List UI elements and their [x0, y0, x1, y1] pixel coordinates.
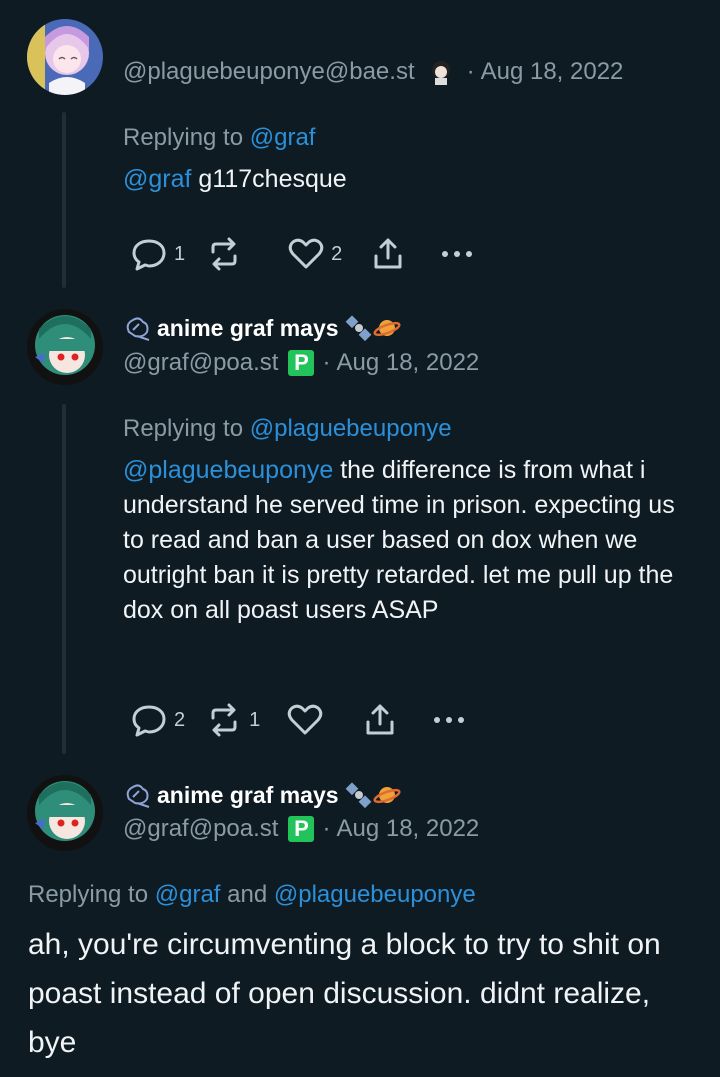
replying-and: and: [227, 881, 268, 908]
post-date[interactable]: Aug 18, 2022: [336, 815, 479, 843]
post-content: ah, you're circumventing a block to try …: [28, 920, 698, 1067]
post-text: ah, you're circumventing a block to try …: [28, 928, 661, 1059]
reply-button[interactable]: 1: [130, 236, 185, 272]
post-actions: 1 2: [130, 234, 474, 274]
mention-link[interactable]: @graf: [155, 881, 221, 908]
replying-to: Replying to @plaguebeuponye: [123, 415, 452, 443]
more-button[interactable]: [432, 714, 466, 726]
mention-link[interactable]: @plaguebeuponye: [274, 881, 476, 908]
share-button[interactable]: [370, 236, 406, 272]
post-1: @plaguebeuponye@bae.st · Aug 18, 2022 Re…: [0, 0, 720, 300]
like-button[interactable]: 2: [287, 236, 342, 272]
post-handle-line: @graf@poa.st P · Aug 18, 2022: [123, 349, 479, 377]
avatar[interactable]: [27, 19, 103, 95]
post-actions: 2 1: [130, 700, 466, 740]
mention-link[interactable]: @graf: [250, 124, 316, 151]
post-content: @plaguebeuponye the difference is from w…: [123, 453, 698, 628]
boost-icon: [211, 237, 237, 271]
reply-count: 2: [174, 708, 186, 731]
more-icon: [434, 717, 465, 723]
avatar[interactable]: [27, 309, 103, 385]
author-display-name[interactable]: anime graf mays: [157, 315, 339, 342]
ringed-planet-icon: [372, 781, 401, 809]
instance-badge: P: [288, 816, 315, 842]
replying-to: Replying to @graf and @plaguebeuponye: [28, 881, 476, 909]
reply-icon: [132, 705, 166, 737]
more-button[interactable]: [440, 248, 474, 260]
reply-icon: [132, 239, 166, 271]
post-date[interactable]: Aug 18, 2022: [336, 349, 479, 377]
separator: ·: [322, 815, 331, 842]
post-handle-line: @plaguebeuponye@bae.st · Aug 18, 2022: [123, 58, 623, 86]
boost-icon: [211, 703, 237, 737]
replying-to: Replying to @graf: [123, 124, 315, 152]
custom-emoji-icon: [427, 58, 455, 86]
share-icon: [366, 704, 394, 735]
satellite-icon: [345, 314, 373, 342]
like-count: 2: [331, 242, 343, 265]
author-handle[interactable]: @plaguebeuponye@bae.st: [123, 58, 415, 86]
reply-button[interactable]: 2: [130, 702, 185, 738]
post-2: anime graf mays @graf@poa.st P · Aug 18,…: [0, 300, 720, 760]
share-icon: [374, 238, 402, 269]
avatar[interactable]: [27, 775, 103, 851]
separator: ·: [466, 58, 475, 85]
display-name-line: anime graf mays: [123, 314, 401, 342]
display-name-line: anime graf mays: [123, 781, 401, 809]
thread-line: [62, 112, 66, 288]
author-handle[interactable]: @graf@poa.st: [123, 815, 278, 843]
replying-to-label: Replying to: [28, 881, 149, 908]
bot-badge-icon: [123, 781, 153, 809]
mention-link[interactable]: @plaguebeuponye: [123, 456, 333, 484]
boost-button[interactable]: [205, 236, 249, 272]
post-handle-line: @graf@poa.st P · Aug 18, 2022: [123, 815, 479, 843]
replying-to-label: Replying to: [123, 415, 244, 442]
boost-button[interactable]: 1: [205, 702, 260, 738]
boost-count: 1: [249, 708, 261, 731]
post-content: @graf g117chesque: [123, 162, 698, 197]
mention-link[interactable]: @plaguebeuponye: [250, 415, 452, 442]
author-display-name[interactable]: anime graf mays: [157, 782, 339, 809]
post-date[interactable]: Aug 18, 2022: [481, 58, 624, 86]
like-icon: [288, 238, 324, 269]
author-handle[interactable]: @graf@poa.st: [123, 349, 278, 377]
like-button[interactable]: [286, 702, 330, 738]
ringed-planet-icon: [372, 314, 401, 342]
bot-badge-icon: [123, 314, 153, 342]
more-icon: [442, 251, 473, 257]
instance-badge: P: [288, 350, 315, 376]
thread-line: [62, 404, 66, 754]
like-icon: [288, 704, 323, 735]
mention-link[interactable]: @graf: [123, 165, 191, 193]
share-button[interactable]: [362, 702, 398, 738]
separator: ·: [322, 349, 331, 376]
satellite-icon: [345, 781, 373, 809]
replying-to-label: Replying to: [123, 124, 244, 151]
post-3-focused: anime graf mays @graf@poa.st P · Aug 18,…: [0, 760, 720, 1077]
post-text: g117chesque: [191, 165, 347, 193]
reply-count: 1: [174, 242, 186, 265]
